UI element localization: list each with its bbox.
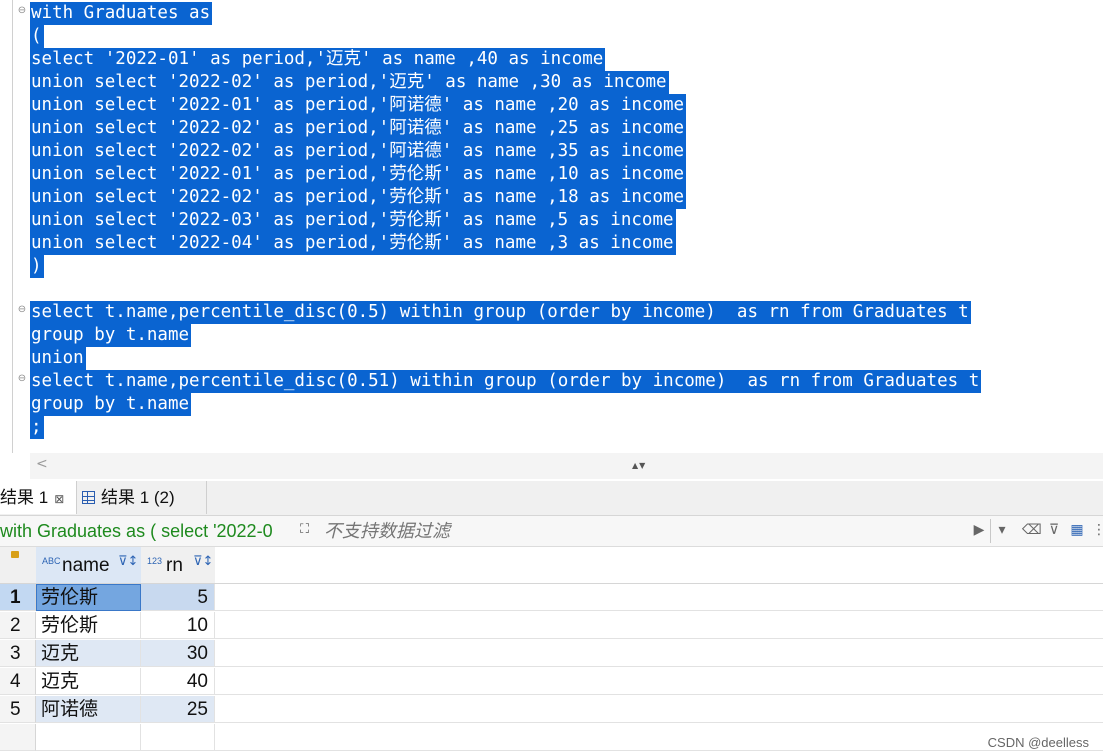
row-filler (215, 724, 1103, 751)
cell-rn[interactable]: 30 (141, 640, 215, 667)
code-line[interactable]: union select '2022-02' as period,'阿诺德' a… (30, 140, 687, 163)
table-row[interactable]: 5 阿诺德 25 (0, 696, 1103, 724)
editor-horizontal-scrollbar[interactable]: < ▲▼ (30, 453, 1103, 479)
fold-toggle-icon[interactable]: ⊖ (17, 6, 27, 16)
editor-gutter (0, 0, 12, 453)
cell-rn[interactable]: 40 (141, 668, 215, 695)
cell-name[interactable]: 劳伦斯 (36, 584, 141, 611)
tab-label: 结果 1 (0, 488, 49, 507)
row-number[interactable]: 5 (0, 696, 36, 723)
fold-toggle-icon[interactable]: ⊖ (17, 305, 27, 315)
cell-empty (36, 724, 141, 751)
code-line[interactable]: select t.name,percentile_disc(0.5) withi… (30, 301, 971, 324)
expand-icon[interactable]: ⛶ (300, 522, 316, 538)
dropdown-icon[interactable]: ▾ (993, 521, 1011, 539)
code-line[interactable]: ( (30, 25, 44, 48)
table-grid-icon (82, 491, 95, 504)
code-line[interactable]: union select '2022-01' as period,'劳伦斯' a… (30, 163, 687, 186)
row-filler (215, 584, 1103, 611)
code-line[interactable]: ; (30, 416, 44, 439)
code-line[interactable]: group by t.name (30, 393, 192, 416)
filter-bar: with Graduates as ( select '2022-0 ⛶ ▶ ▾… (0, 516, 1103, 547)
query-preview: with Graduates as ( select '2022-0 (0, 521, 273, 541)
text-type-icon: ABC (42, 556, 61, 566)
cell-rn[interactable]: 25 (141, 696, 215, 723)
cell-name[interactable]: 劳伦斯 (36, 612, 141, 639)
fold-toggle-icon[interactable]: ⊖ (17, 374, 27, 384)
code-line[interactable]: union select '2022-01' as period,'阿诺德' a… (30, 94, 687, 117)
result-tabs: 结果 1 ⊠ 结果 1 (2) (0, 481, 1103, 516)
grid-corner[interactable] (0, 547, 37, 584)
filter-icon[interactable]: ⊽ (1045, 521, 1063, 539)
divider (990, 519, 991, 543)
code-line[interactable]: union select '2022-03' as period,'劳伦斯' a… (30, 209, 676, 232)
column-header-rn[interactable]: 123 rn ⊽↕ (141, 547, 216, 584)
export-icon[interactable]: ▦ (1068, 521, 1086, 539)
cell-name[interactable]: 阿诺德 (36, 696, 141, 723)
cell-name[interactable]: 迈克 (36, 640, 141, 667)
row-number[interactable]: 3 (0, 640, 36, 667)
cell-rn[interactable]: 5 (141, 584, 215, 611)
more-icon[interactable]: ⋮ (1092, 521, 1103, 539)
cell-empty (141, 724, 215, 751)
row-number[interactable]: 1 (0, 584, 36, 611)
code-line[interactable]: with Graduates as (30, 2, 213, 25)
code-line[interactable]: select '2022-01' as period,'迈克' as name … (30, 48, 606, 71)
close-tab-icon[interactable]: ⊠ (54, 492, 64, 506)
tab-label: 结果 1 (2) (101, 488, 175, 507)
tab-result-1-2[interactable]: 结果 1 (2) (82, 481, 207, 514)
filter-sort-icon[interactable]: ⊽↕ (193, 554, 213, 569)
table-row[interactable]: 3 迈克 30 (0, 640, 1103, 668)
code-line[interactable]: group by t.name (30, 324, 192, 347)
table-row[interactable]: 1 劳伦斯 5 (0, 584, 1103, 612)
cell-name[interactable]: 迈克 (36, 668, 141, 695)
row-number[interactable]: 2 (0, 612, 36, 639)
row-filler (215, 696, 1103, 723)
sql-editor[interactable]: ⊖ ⊖ ⊖ with Graduates as(select '2022-01'… (0, 0, 1103, 453)
filter-sort-icon[interactable]: ⊽↕ (118, 554, 138, 569)
column-label: name (62, 555, 110, 576)
number-type-icon: 123 (147, 556, 163, 566)
code-line[interactable]: union select '2022-02' as period,'迈克' as… (30, 71, 669, 94)
row-filler (215, 668, 1103, 695)
code-line[interactable] (30, 278, 33, 301)
row-number-empty (0, 724, 36, 751)
panel-split-toggle-icon[interactable]: ▲▼ (632, 461, 646, 470)
code-line[interactable]: union select '2022-02' as period,'劳伦斯' a… (30, 186, 687, 209)
tab-result-1[interactable]: 结果 1 ⊠ (0, 481, 77, 514)
lock-icon (11, 551, 19, 558)
row-filler (215, 612, 1103, 639)
table-row-empty (0, 724, 1103, 752)
code-line[interactable]: union select '2022-04' as period,'劳伦斯' a… (30, 232, 676, 255)
scroll-left-icon[interactable]: < (36, 456, 48, 472)
column-label: rn (166, 555, 183, 576)
code-line[interactable]: union select '2022-02' as period,'阿诺德' a… (30, 117, 687, 140)
code-line[interactable]: union (30, 347, 86, 370)
code-line[interactable]: select t.name,percentile_disc(0.51) with… (30, 370, 982, 393)
eraser-icon[interactable]: ⌫ (1022, 521, 1042, 539)
row-filler (215, 640, 1103, 667)
play-icon[interactable]: ▶ (970, 521, 988, 539)
code-line[interactable]: ) (30, 255, 44, 278)
credit-watermark: CSDN @deelless (987, 735, 1089, 750)
gutter-divider (12, 0, 13, 453)
cell-rn[interactable]: 10 (141, 612, 215, 639)
filter-input[interactable] (320, 518, 978, 544)
table-row[interactable]: 4 迈克 40 (0, 668, 1103, 696)
row-number[interactable]: 4 (0, 668, 36, 695)
result-grid[interactable]: ABC name ⊽↕ 123 rn ⊽↕ 1 劳伦斯 5 2 劳伦斯 10 3… (0, 547, 1103, 756)
table-row[interactable]: 2 劳伦斯 10 (0, 612, 1103, 640)
column-header-name[interactable]: ABC name ⊽↕ (36, 547, 142, 584)
grid-header-empty (215, 547, 1103, 584)
